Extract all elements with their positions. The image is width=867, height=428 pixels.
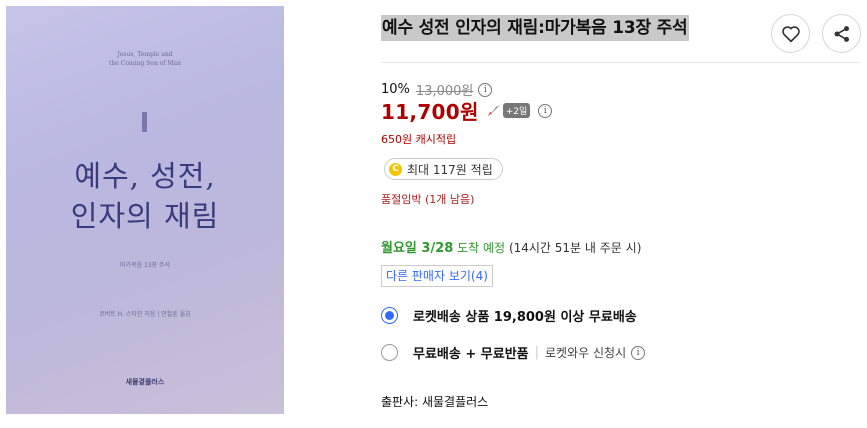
separator: | [534, 345, 540, 360]
delivery-word: 도착 예정 [457, 241, 506, 255]
cover-title: 예수, 성전, 인자의 재림 [70, 159, 220, 233]
info-icon[interactable]: i [478, 82, 493, 97]
price-row: 11,700원 +2일 i [381, 96, 553, 125]
book-cover-image[interactable]: Jesus, Temple and the Coming Son of Man … [6, 6, 284, 414]
header-divider [381, 62, 860, 63]
coin-icon: C [389, 162, 402, 176]
wishlist-button[interactable] [771, 14, 810, 53]
points-pill[interactable]: C 최대 117원 적립 [384, 158, 503, 180]
product-title: 예수 성전 인자의 재림:마가복음 13장 주석 [381, 15, 689, 41]
other-sellers-button[interactable]: 다른 판매자 보기(4) [381, 265, 493, 287]
cash-reward: 650원 캐시적립 [381, 133, 457, 146]
radio-selected[interactable] [381, 307, 398, 324]
rocket-wow-text: 로켓와우 신청시 [545, 346, 627, 360]
delivery-estimate: 월요일 3/28 도착 예정 (14시간 51분 내 주문 시) [381, 237, 641, 256]
sale-price: 11,700원 [381, 100, 479, 124]
cover-subtitle: 마가복음 13장 주석 [119, 262, 171, 269]
shipping-option-free[interactable]: 무료배송 + 무료반품 | 로켓와우 신청시 i [381, 343, 646, 362]
stock-status: 품절임박 (1개 남음) [381, 193, 475, 206]
publisher-info: 출판사: 새물결플러스 [381, 395, 489, 409]
delivery-extra-days-badge: +2일 [502, 103, 531, 118]
shipping-option-label: 무료배송 + 무료반품 [413, 347, 529, 362]
shipping-option-rocket[interactable]: 로켓배송 상품 19,800원 이상 무료배송 [381, 306, 637, 325]
info-icon[interactable]: i [538, 103, 553, 118]
shipping-option-label: 로켓배송 상품 19,800원 이상 무료배송 [413, 310, 637, 325]
cover-english-title: Jesus, Temple and the Coming Son of Man [109, 51, 181, 67]
share-icon [834, 25, 849, 42]
rocket-delivery-badge: +2일 [486, 103, 531, 118]
delivery-note: (14시간 51분 내 주문 시) [508, 241, 642, 255]
radio-unselected[interactable] [381, 344, 398, 361]
rocket-icon [487, 104, 500, 116]
share-button[interactable] [822, 14, 861, 53]
cover-publisher-logo: 새물결플러스 [125, 378, 165, 386]
points-text: 최대 117원 적립 [407, 162, 493, 177]
delivery-date: 월요일 3/28 [381, 241, 454, 256]
discount-rate: 10% [381, 82, 410, 97]
cover-authors: 로버트 H. 스타인 지음 | 안철훈 옮김 [99, 311, 191, 318]
info-icon[interactable]: i [631, 345, 646, 360]
heart-icon [781, 25, 800, 42]
cover-divider-mark [142, 112, 147, 132]
